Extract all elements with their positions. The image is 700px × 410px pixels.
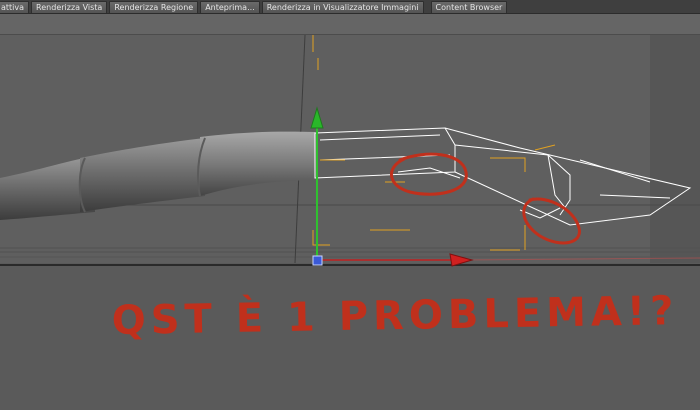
render-region-button[interactable]: Renderizza Regione [109,1,199,13]
content-browser-button[interactable]: Content Browser [430,1,508,13]
viewport-canvas[interactable]: QST È 1 PROBLEMA!? [0,35,700,410]
origin-handle-icon[interactable] [312,255,323,266]
render-view-button[interactable]: Renderizza Vista [31,1,108,13]
preview-button[interactable]: Anteprima... [200,1,260,13]
render-active-button[interactable]: attiva [0,1,30,13]
viewport-header [0,14,700,35]
3d-viewport[interactable]: QST È 1 PROBLEMA!? [0,35,700,410]
render-toolbar: attiva Renderizza Vista Renderizza Regio… [0,0,700,14]
render-to-picture-viewer-button[interactable]: Renderizza in Visualizzatore Immagini [261,1,424,13]
